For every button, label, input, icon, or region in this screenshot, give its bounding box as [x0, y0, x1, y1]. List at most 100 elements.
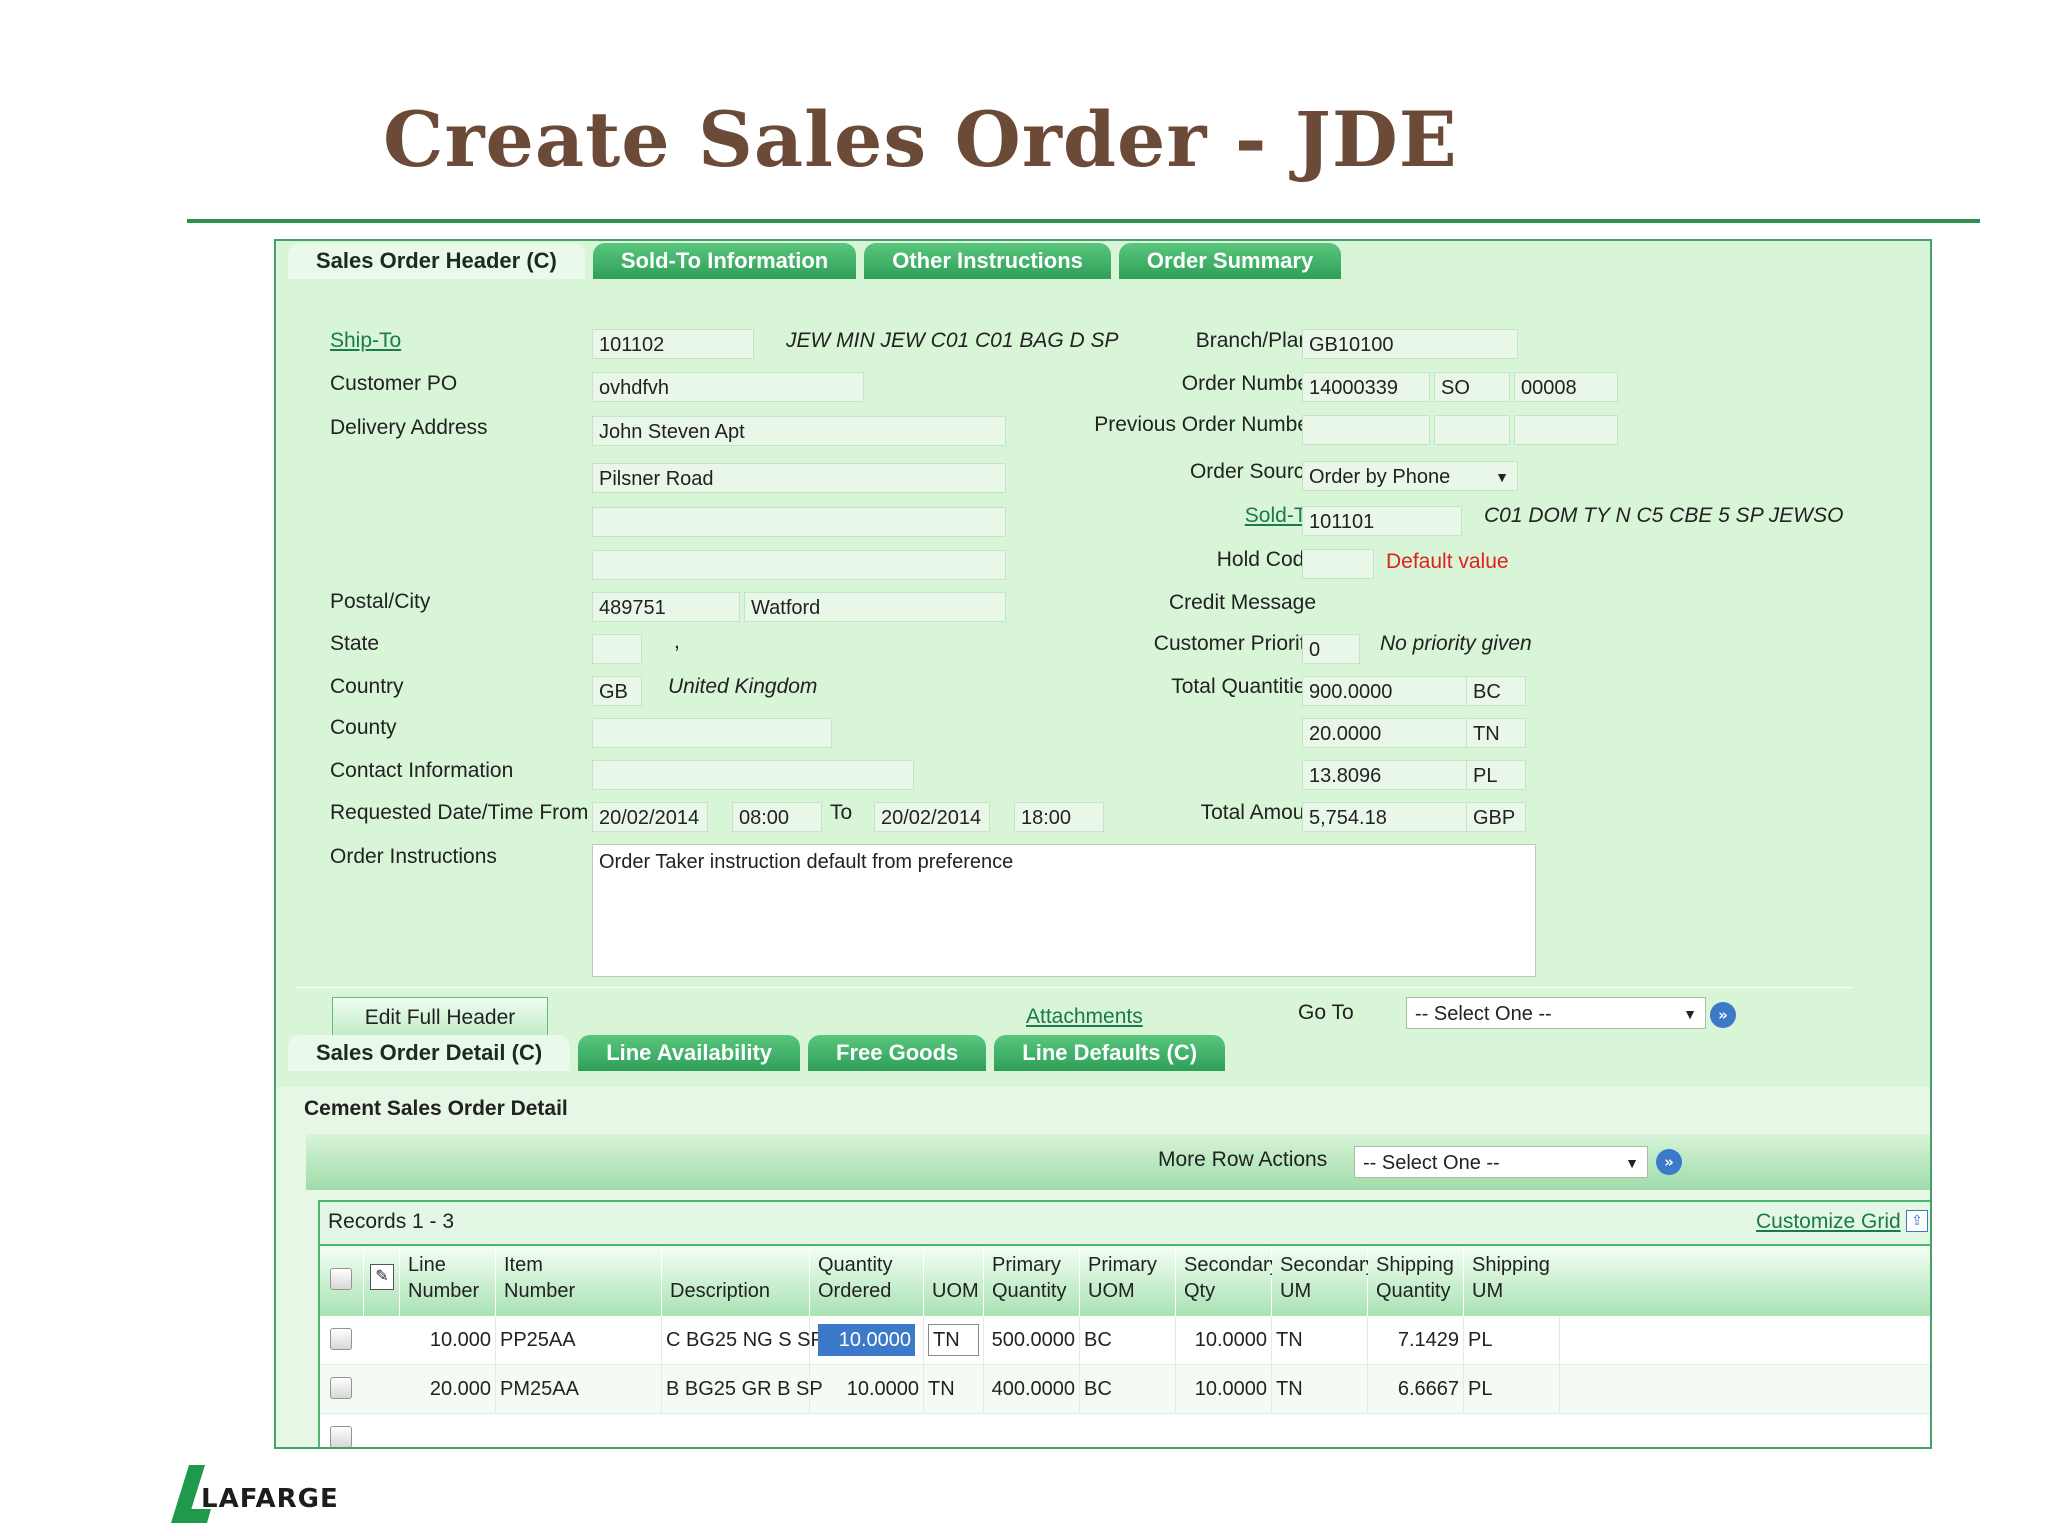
country-description: United Kingdom: [668, 675, 818, 698]
order-source-select[interactable]: Order by Phone: [1302, 461, 1518, 491]
uom-cell[interactable]: TN: [924, 1316, 984, 1364]
tab-other-instructions[interactable]: Other Instructions: [864, 243, 1111, 279]
quantity-ordered-input[interactable]: 10.0000: [818, 1324, 915, 1356]
postal-code-field[interactable]: 489751: [592, 592, 740, 622]
address-line-2[interactable]: Pilsner Road: [592, 463, 1006, 493]
contact-field[interactable]: [592, 760, 914, 790]
go-to-select[interactable]: -- Select One --: [1406, 997, 1706, 1030]
country-label: Country: [330, 675, 404, 698]
col-line-number[interactable]: Line Number: [400, 1246, 496, 1316]
col-item-number[interactable]: Item Number: [496, 1246, 662, 1316]
currency-field: GBP: [1466, 802, 1526, 832]
slide-title: Create Sales Order - JDE: [383, 95, 1458, 184]
attachment-header: ✎: [364, 1246, 400, 1316]
total-qty-1: 900.0000: [1302, 676, 1482, 706]
address-line-4[interactable]: [592, 550, 1006, 580]
header-tab-bar: Sales Order Header (C) Sold-To Informati…: [288, 241, 1349, 279]
col-quantity-ordered[interactable]: Quantity Ordered: [810, 1246, 924, 1316]
order-number-field[interactable]: 14000339: [1302, 372, 1430, 402]
col-primary-quantity[interactable]: Primary Quantity: [984, 1246, 1080, 1316]
address-line-3[interactable]: [592, 507, 1006, 537]
col-shipping-quantity[interactable]: Shipping Quantity: [1368, 1246, 1464, 1316]
row-checkbox[interactable]: [330, 1426, 352, 1447]
primary-quantity-cell: 400.0000: [984, 1365, 1080, 1413]
state-field[interactable]: [592, 634, 642, 664]
secondary-qty-cell: 10.0000: [1176, 1365, 1272, 1413]
tab-order-summary[interactable]: Order Summary: [1118, 243, 1342, 279]
ship-to-field[interactable]: 101102: [592, 329, 754, 359]
col-uom[interactable]: UOM: [924, 1246, 984, 1316]
requested-date-to[interactable]: 20/02/2014: [874, 802, 990, 832]
county-field[interactable]: [592, 718, 832, 748]
quantity-ordered-cell[interactable]: 10.0000: [810, 1365, 924, 1413]
col-shipping-um[interactable]: Shipping UM: [1464, 1246, 1930, 1316]
branch-plant-field[interactable]: GB10100: [1302, 329, 1518, 359]
address-line-1[interactable]: John Steven Apt: [592, 416, 1006, 446]
col-secondary-um[interactable]: Secondary UM: [1272, 1246, 1376, 1316]
total-uom-3: PL: [1466, 760, 1526, 790]
contact-label: Contact Information: [330, 759, 514, 782]
go-to-label: Go To: [1298, 1001, 1354, 1024]
brand-name: LAFARGE: [201, 1484, 339, 1514]
customer-priority-field[interactable]: 0: [1302, 634, 1360, 664]
shipping-quantity-cell: 7.1429: [1368, 1316, 1464, 1364]
more-row-actions-select[interactable]: -- Select One --: [1354, 1146, 1648, 1179]
tab-line-defaults[interactable]: Line Defaults (C): [994, 1035, 1226, 1071]
quantity-ordered-cell[interactable]: 10.0000: [810, 1316, 924, 1364]
tab-sales-order-detail[interactable]: Sales Order Detail (C): [288, 1035, 571, 1071]
title-divider: [187, 219, 1980, 223]
actions-divider: [296, 987, 1852, 988]
order-lines-grid: Records 1 - 3 Customize Grid ⇪ ✎ Line Num…: [318, 1200, 1930, 1447]
previous-order-company-field[interactable]: [1514, 415, 1618, 445]
primary-uom-cell: BC: [1080, 1316, 1176, 1364]
tab-sold-to-information[interactable]: Sold-To Information: [592, 243, 857, 279]
county-label: County: [330, 716, 397, 739]
order-company-field[interactable]: 00008: [1514, 372, 1618, 402]
item-number-cell[interactable]: PM25AA: [496, 1365, 662, 1413]
hold-code-field[interactable]: [1302, 549, 1374, 579]
col-primary-uom[interactable]: Primary UOM: [1080, 1246, 1176, 1316]
attachments-link[interactable]: Attachments: [1026, 1005, 1143, 1029]
sold-to-description: C01 DOM TY N C5 CBE 5 SP JEWSO: [1484, 504, 1844, 527]
jde-form: Sales Order Header (C) Sold-To Informati…: [274, 239, 1932, 1449]
previous-order-field[interactable]: [1302, 415, 1430, 445]
previous-order-label: Previous Order Number: [1094, 413, 1316, 436]
table-row[interactable]: [320, 1414, 1930, 1447]
requested-date-from[interactable]: 20/02/2014: [592, 802, 708, 832]
previous-order-type-field[interactable]: [1434, 415, 1510, 445]
item-number-cell[interactable]: PP25AA: [496, 1316, 662, 1364]
sold-to-link[interactable]: Sold-To: [1116, 504, 1316, 528]
requested-time-from[interactable]: 08:00: [732, 802, 822, 832]
sold-to-field[interactable]: 101101: [1302, 506, 1462, 536]
customize-grid-link[interactable]: Customize Grid: [1756, 1210, 1901, 1234]
select-all-checkbox[interactable]: [330, 1268, 352, 1290]
country-field[interactable]: GB: [592, 676, 642, 706]
total-uom-2: TN: [1466, 718, 1526, 748]
table-row[interactable]: 20.000 PM25AA B BG25 GR B SP 10.0000 TN …: [320, 1365, 1930, 1413]
city-field[interactable]: Watford: [744, 592, 1006, 622]
row-checkbox[interactable]: [330, 1377, 352, 1399]
line-number-cell: 20.000: [400, 1365, 496, 1413]
secondary-qty-cell: 10.0000: [1176, 1316, 1272, 1364]
tab-line-availability[interactable]: Line Availability: [578, 1035, 801, 1071]
col-secondary-qty[interactable]: Secondary Qty: [1176, 1246, 1280, 1316]
ship-to-link[interactable]: Ship-To: [330, 329, 401, 353]
table-row[interactable]: 10.000 PP25AA C BG25 NG S SP 10.0000 TN …: [320, 1316, 1930, 1364]
attachment-clip-icon[interactable]: ✎: [370, 1264, 394, 1290]
total-quantities-label: Total Quantities: [1171, 675, 1316, 698]
tab-free-goods[interactable]: Free Goods: [808, 1035, 987, 1071]
go-to-go-icon[interactable]: »: [1710, 1002, 1736, 1028]
col-description[interactable]: Description: [662, 1246, 810, 1316]
row-checkbox[interactable]: [330, 1328, 352, 1350]
customer-po-field[interactable]: ovhdfvh: [592, 372, 864, 402]
order-instructions-textarea[interactable]: Order Taker instruction default from pre…: [592, 844, 1536, 977]
state-label: State: [330, 632, 380, 655]
export-icon[interactable]: ⇪: [1906, 1210, 1928, 1232]
uom-cell[interactable]: TN: [924, 1365, 984, 1413]
uom-input[interactable]: TN: [928, 1324, 979, 1356]
row-actions-go-icon[interactable]: »: [1656, 1149, 1682, 1175]
requested-time-to[interactable]: 18:00: [1014, 802, 1104, 832]
select-all-header: [320, 1246, 364, 1316]
tab-sales-order-header[interactable]: Sales Order Header (C): [288, 243, 585, 279]
order-type-field[interactable]: SO: [1434, 372, 1510, 402]
